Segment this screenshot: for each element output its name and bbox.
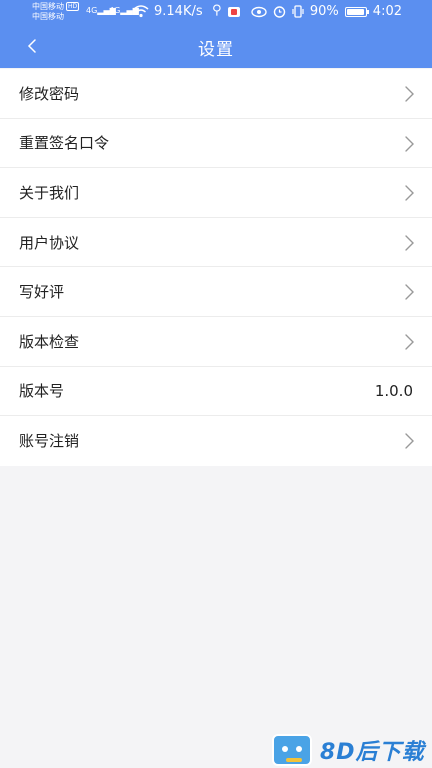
settings-item-label: 版本号 [19,382,65,401]
page-title: 设置 [198,40,234,60]
settings-item-label: 账号注销 [19,432,80,451]
carrier-2: 中国移动 [32,12,64,21]
usb-icon: ⚲ [212,3,222,18]
header-bar: 设置 [0,24,432,68]
settings-item-check-version[interactable]: 版本检查 [0,317,432,367]
settings-item-user-agreement[interactable]: 用户协议 [0,218,432,268]
settings-item-delete-account[interactable]: 账号注销 [0,416,432,466]
watermark: 8D后下载 [268,730,432,768]
settings-item-write-review[interactable]: 写好评 [0,267,432,317]
settings-item-label: 用户协议 [19,233,80,252]
status-bar: 中国移动 HD 中国移动 4G▂▄▆ 4G▂▄▆ 9.14K/s ⚲ 90% 4:… [0,0,432,24]
carrier-1: 中国移动 [32,2,64,11]
wifi-icon [133,5,149,18]
hd-badge: HD [66,2,80,11]
settings-item-label: 重置签名口令 [19,134,110,153]
version-value: 1.0.0 [374,381,413,400]
battery-icon [344,6,369,17]
watermark-text: 8D后下载 [320,740,425,765]
settings-item-change-password[interactable]: 修改密码 [0,69,432,119]
alarm-icon [273,6,286,18]
settings-item-reset-sign-passphrase[interactable]: 重置签名口令 [0,119,432,169]
status-right: 90% 4:02 [251,4,402,19]
settings-item-version-number: 版本号 1.0.0 [0,367,432,417]
chevron-right-icon [405,135,414,152]
eye-icon [251,6,267,17]
chevron-right-icon [405,433,414,449]
carrier-info: 中国移动 HD 中国移动 [32,2,80,22]
settings-item-label: 修改密码 [19,84,80,103]
vibrate-icon [292,5,304,18]
settings-item-about-us[interactable]: 关于我们 [0,168,432,218]
chevron-right-icon [405,284,414,301]
settings-list: 修改密码 重置签名口令 关于我们 用户协议 写好评 版本检查 版本号 1.0.0… [0,69,432,466]
notification-icon [228,7,240,17]
net-speed: 9.14K/s [154,4,203,19]
chevron-right-icon [405,86,414,102]
settings-item-label: 写好评 [19,283,65,302]
chevron-right-icon [405,185,414,201]
chevron-right-icon [405,334,414,350]
settings-item-label: 关于我们 [19,183,80,202]
clock-time: 4:02 [372,4,402,19]
chevron-right-icon [405,235,414,251]
battery-percent: 90% [309,4,339,19]
robot-logo-icon [272,734,312,766]
settings-item-label: 版本检查 [19,332,80,351]
